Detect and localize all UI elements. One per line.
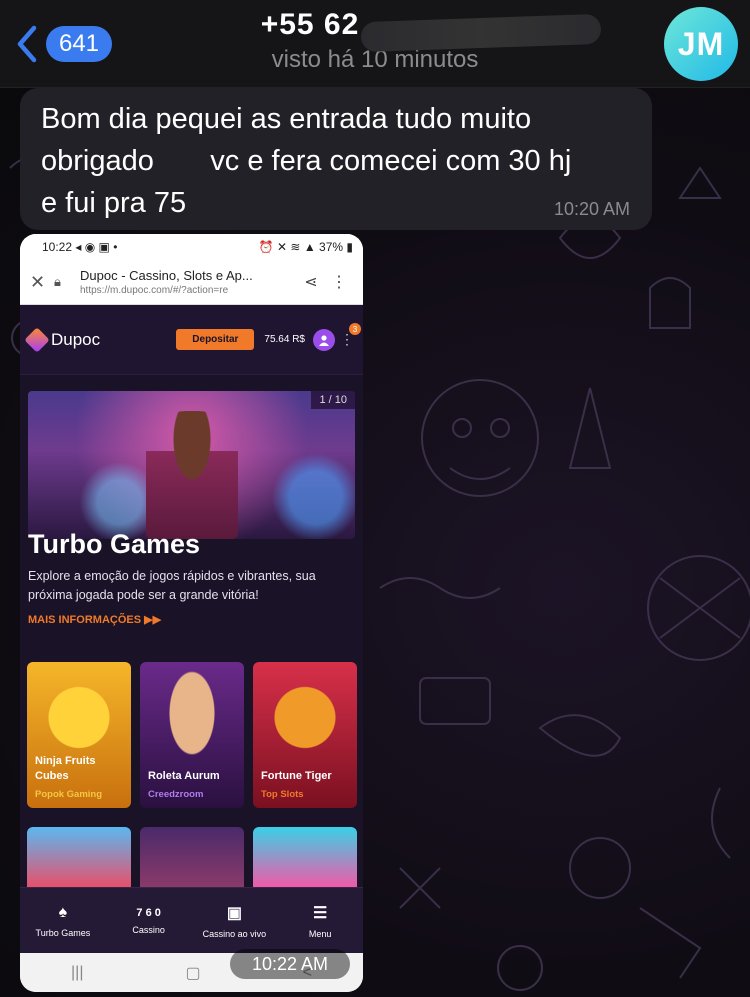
balance: 75.64 R$ bbox=[264, 334, 305, 345]
nav-cassino: 7 6 0 Cassino bbox=[132, 906, 165, 935]
contact-name: +55 62 bbox=[261, 8, 602, 53]
more-info-link: MAIS INFORMAÇÕES ▶▶ bbox=[28, 614, 162, 626]
contact-info[interactable]: +55 62 visto há 10 minutos bbox=[0, 8, 750, 74]
casino-site: Dupoc Depositar 75.64 R$ ⋮ 3 1 / 10 Turb… bbox=[20, 305, 363, 953]
browser-page-title: Dupoc - Cassino, Slots e Ap... bbox=[80, 268, 253, 283]
game-card-partial bbox=[27, 827, 131, 887]
cards-icon: ♠ bbox=[58, 903, 68, 921]
lock-icon: 🔒︎ bbox=[54, 274, 61, 289]
message-text: Bom dia pequei as entrada tudo muito obr… bbox=[41, 103, 572, 219]
slot-icon: 7 6 0 bbox=[136, 906, 161, 919]
site-logo: Dupoc bbox=[24, 326, 100, 353]
logo-mark-icon bbox=[24, 326, 50, 353]
hero-title: Turbo Games bbox=[28, 529, 201, 559]
photo-message[interactable]: 10:22 ◂ ◉ ▣ • ⏰ ✕ ≋ ▲ 37% ▮ ✕ 🔒︎ Dupoc -… bbox=[20, 234, 363, 992]
game-card-partial bbox=[140, 827, 244, 887]
message-time: 10:20 AM bbox=[553, 199, 630, 219]
hero-description: Explore a emoção de jogos rápidos e vibr… bbox=[28, 569, 316, 602]
home-icon: ▢ bbox=[185, 964, 201, 982]
browser-url: https://m.dupoc.com/#/?action=re bbox=[80, 285, 229, 296]
photo-time: 10:22 AM bbox=[230, 949, 350, 979]
game-card: Fortune Tiger Top Slots bbox=[253, 662, 357, 808]
hero-banner: 1 / 10 bbox=[28, 391, 355, 539]
deposit-button: Depositar bbox=[176, 329, 255, 350]
recents-icon: ||| bbox=[71, 963, 84, 981]
more-vert-icon: ⋮ bbox=[331, 274, 347, 291]
game-card: Ninja Fruits Cubes Popok Gaming bbox=[27, 662, 131, 808]
message-bubble[interactable]: Bom dia pequei as entrada tudo muito obr… bbox=[20, 88, 652, 230]
live-dealer-icon: ▣ bbox=[226, 904, 242, 922]
chat-header: 641 +55 62 visto há 10 minutos JM bbox=[0, 0, 750, 88]
site-menu-icon: ⋮ 3 bbox=[339, 323, 361, 348]
browser-address-bar: ✕ 🔒︎ Dupoc - Cassino, Slots e Ap... http… bbox=[20, 260, 363, 305]
avatar[interactable]: JM bbox=[664, 7, 738, 81]
phone-status-bar: 10:22 ◂ ◉ ▣ • ⏰ ✕ ≋ ▲ 37% ▮ bbox=[20, 234, 363, 260]
game-card-partial bbox=[253, 827, 357, 887]
nav-turbo-games: ♠ Turbo Games bbox=[35, 903, 91, 938]
site-header: Dupoc Depositar 75.64 R$ ⋮ 3 bbox=[20, 305, 363, 375]
menu-icon: ☰ bbox=[312, 904, 328, 922]
notification-badge: 3 bbox=[349, 323, 361, 335]
share-icon: ⋖ bbox=[304, 274, 318, 291]
site-bottom-nav: ♠ Turbo Games 7 6 0 Cassino ▣ Cassino ao… bbox=[20, 887, 363, 953]
user-icon bbox=[313, 328, 335, 351]
hero-figure bbox=[146, 411, 238, 539]
slide-counter: 1 / 10 bbox=[311, 391, 355, 409]
nav-menu: ☰ Menu bbox=[308, 904, 332, 939]
game-card: Roleta Aurum Creedzroom bbox=[140, 662, 244, 808]
close-icon: ✕ bbox=[30, 271, 46, 292]
nav-cassino-ao-vivo: ▣ Cassino ao vivo bbox=[202, 904, 267, 939]
